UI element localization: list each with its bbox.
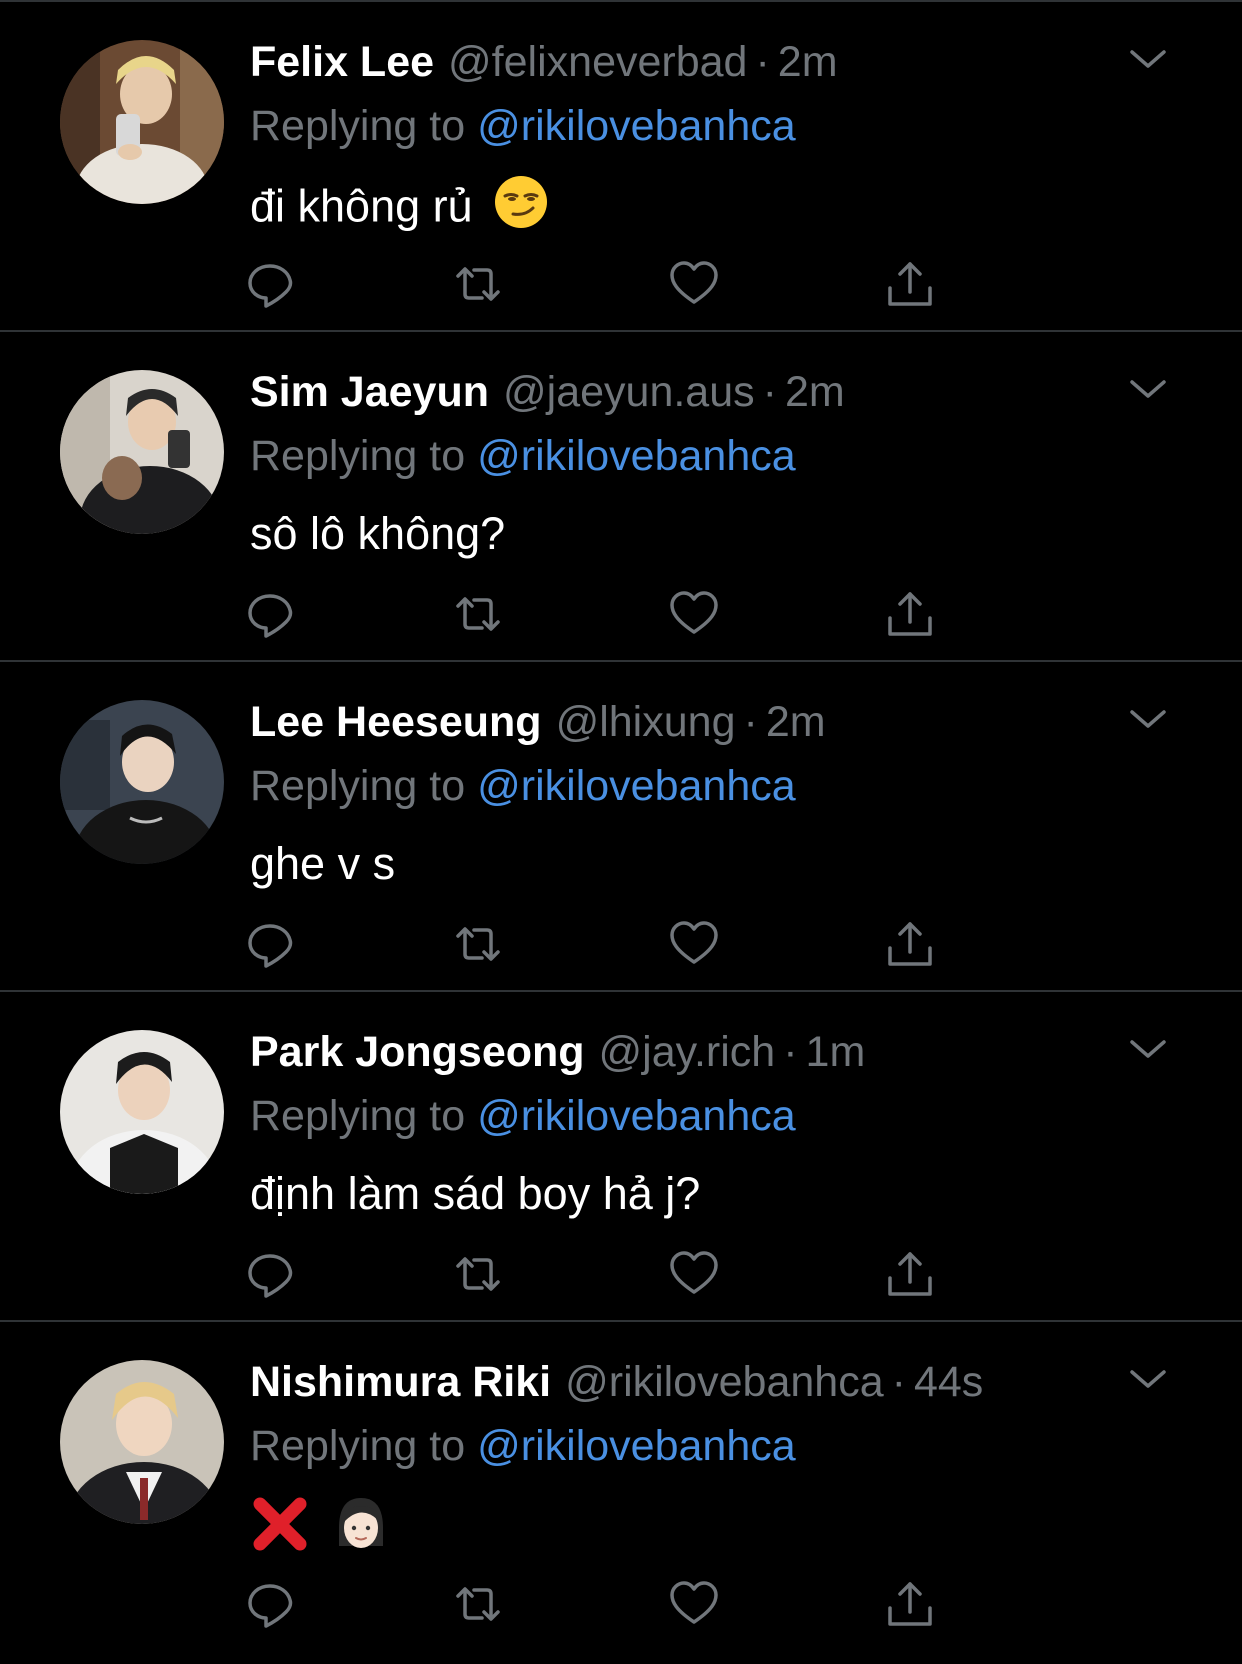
- like-icon[interactable]: [666, 586, 722, 642]
- avatar[interactable]: [60, 1030, 224, 1194]
- timestamp[interactable]: 2m: [778, 38, 838, 86]
- user-handle[interactable]: @lhixung: [556, 698, 736, 746]
- retweet-icon[interactable]: [450, 256, 506, 312]
- reply-icon[interactable]: [242, 1246, 298, 1302]
- share-icon[interactable]: [882, 256, 938, 312]
- replying-to-label: Replying to: [250, 762, 466, 810]
- tweet-text: sô lô không?: [250, 504, 505, 564]
- tweet-header: Felix Lee @felixneverbad · 2m: [250, 34, 838, 90]
- separator: ·: [755, 38, 770, 86]
- user-handle[interactable]: @jay.rich: [599, 1028, 776, 1076]
- tweet-text-content: đi không rủ: [250, 180, 473, 232]
- tweet[interactable]: Lee Heeseung @lhixung · 2m Replying to @riki…: [0, 662, 1242, 992]
- chevron-down-icon[interactable]: [1128, 706, 1168, 732]
- chevron-down-icon[interactable]: [1128, 1036, 1168, 1062]
- tweet-text: đi không rủ: [250, 174, 549, 234]
- like-icon[interactable]: [666, 256, 722, 312]
- action-bar: [248, 1246, 1010, 1302]
- display-name[interactable]: Lee Heeseung: [250, 698, 542, 746]
- cross-mark-emoji: [250, 1494, 310, 1569]
- like-icon[interactable]: [666, 1246, 722, 1302]
- retweet-icon[interactable]: [450, 1576, 506, 1632]
- share-icon[interactable]: [882, 586, 938, 642]
- replying-to: Replying to @rikilovebanhca: [250, 1418, 796, 1474]
- avatar[interactable]: [60, 1360, 224, 1524]
- tweet[interactable]: Park Jongseong @jay.rich · 1m Replying to @r…: [0, 992, 1242, 1322]
- reply-icon[interactable]: [242, 916, 298, 972]
- action-bar: [248, 1576, 1010, 1632]
- tweet[interactable]: Sim Jaeyun @jaeyun.aus · 2m Replying to @rik…: [0, 332, 1242, 662]
- replying-to-label: Replying to: [250, 1092, 466, 1140]
- chevron-down-icon[interactable]: [1128, 46, 1168, 72]
- display-name[interactable]: Park Jongseong: [250, 1028, 585, 1076]
- like-icon[interactable]: [666, 1576, 722, 1632]
- replying-to: Replying to @rikilovebanhca: [250, 1088, 796, 1144]
- replying-to-handle[interactable]: @rikilovebanhca: [477, 432, 796, 480]
- replying-to-handle[interactable]: @rikilovebanhca: [477, 102, 796, 150]
- display-name[interactable]: Sim Jaeyun: [250, 368, 489, 416]
- timestamp[interactable]: 44s: [914, 1358, 983, 1406]
- timestamp[interactable]: 2m: [766, 698, 826, 746]
- action-bar: [248, 256, 1010, 312]
- user-handle[interactable]: @rikilovebanhca: [565, 1358, 884, 1406]
- action-bar: [248, 916, 1010, 972]
- user-handle[interactable]: @jaeyun.aus: [503, 368, 755, 416]
- tweet-header: Lee Heeseung @lhixung · 2m: [250, 694, 826, 750]
- tweet[interactable]: Nishimura Riki @rikilovebanhca · 44s Replyi…: [0, 1322, 1242, 1652]
- reply-icon[interactable]: [242, 586, 298, 642]
- replying-to: Replying to @rikilovebanhca: [250, 428, 796, 484]
- chevron-down-icon[interactable]: [1128, 1366, 1168, 1392]
- user-handle[interactable]: @felixneverbad: [448, 38, 747, 86]
- replying-to-label: Replying to: [250, 102, 466, 150]
- separator: ·: [783, 1028, 798, 1076]
- reply-feed: Felix Lee @felixneverbad · 2m Replying to @r…: [0, 2, 1242, 1652]
- replying-to-label: Replying to: [250, 432, 466, 480]
- smirking-face-emoji: [493, 174, 549, 245]
- separator: ·: [762, 368, 777, 416]
- action-bar: [248, 586, 1010, 642]
- share-icon[interactable]: [882, 1246, 938, 1302]
- tweet-header: Nishimura Riki @rikilovebanhca · 44s: [250, 1354, 983, 1410]
- replying-to-handle[interactable]: @rikilovebanhca: [477, 1092, 796, 1140]
- avatar[interactable]: [60, 700, 224, 864]
- reply-icon[interactable]: [242, 1576, 298, 1632]
- tweet-header: Sim Jaeyun @jaeyun.aus · 2m: [250, 364, 845, 420]
- replying-to: Replying to @rikilovebanhca: [250, 98, 796, 154]
- woman-face-emoji: [331, 1494, 391, 1569]
- like-icon[interactable]: [666, 916, 722, 972]
- reply-icon[interactable]: [242, 256, 298, 312]
- timestamp[interactable]: 1m: [806, 1028, 866, 1076]
- display-name[interactable]: Felix Lee: [250, 38, 434, 86]
- retweet-icon[interactable]: [450, 586, 506, 642]
- avatar[interactable]: [60, 40, 224, 204]
- share-icon[interactable]: [882, 916, 938, 972]
- tweet-text-content: sô lô không?: [250, 508, 506, 559]
- separator: ·: [743, 698, 758, 746]
- timestamp[interactable]: 2m: [785, 368, 845, 416]
- tweet[interactable]: Felix Lee @felixneverbad · 2m Replying to @r…: [0, 2, 1242, 332]
- replying-to-handle[interactable]: @rikilovebanhca: [477, 1422, 796, 1470]
- replying-to: Replying to @rikilovebanhca: [250, 758, 796, 814]
- replying-to-handle[interactable]: @rikilovebanhca: [477, 762, 796, 810]
- tweet-text-content: định làm sád boy hả j?: [250, 1168, 701, 1219]
- chevron-down-icon[interactable]: [1128, 376, 1168, 402]
- tweet-text-content: ghe v s: [250, 838, 396, 889]
- separator: ·: [891, 1358, 906, 1406]
- tweet-text: ghe v s: [250, 834, 395, 894]
- avatar[interactable]: [60, 370, 224, 534]
- display-name[interactable]: Nishimura Riki: [250, 1358, 551, 1406]
- tweet-header: Park Jongseong @jay.rich · 1m: [250, 1024, 865, 1080]
- retweet-icon[interactable]: [450, 1246, 506, 1302]
- share-icon[interactable]: [882, 1576, 938, 1632]
- tweet-text: định làm sád boy hả j?: [250, 1164, 700, 1224]
- tweet-text: [250, 1494, 391, 1554]
- replying-to-label: Replying to: [250, 1422, 466, 1470]
- retweet-icon[interactable]: [450, 916, 506, 972]
